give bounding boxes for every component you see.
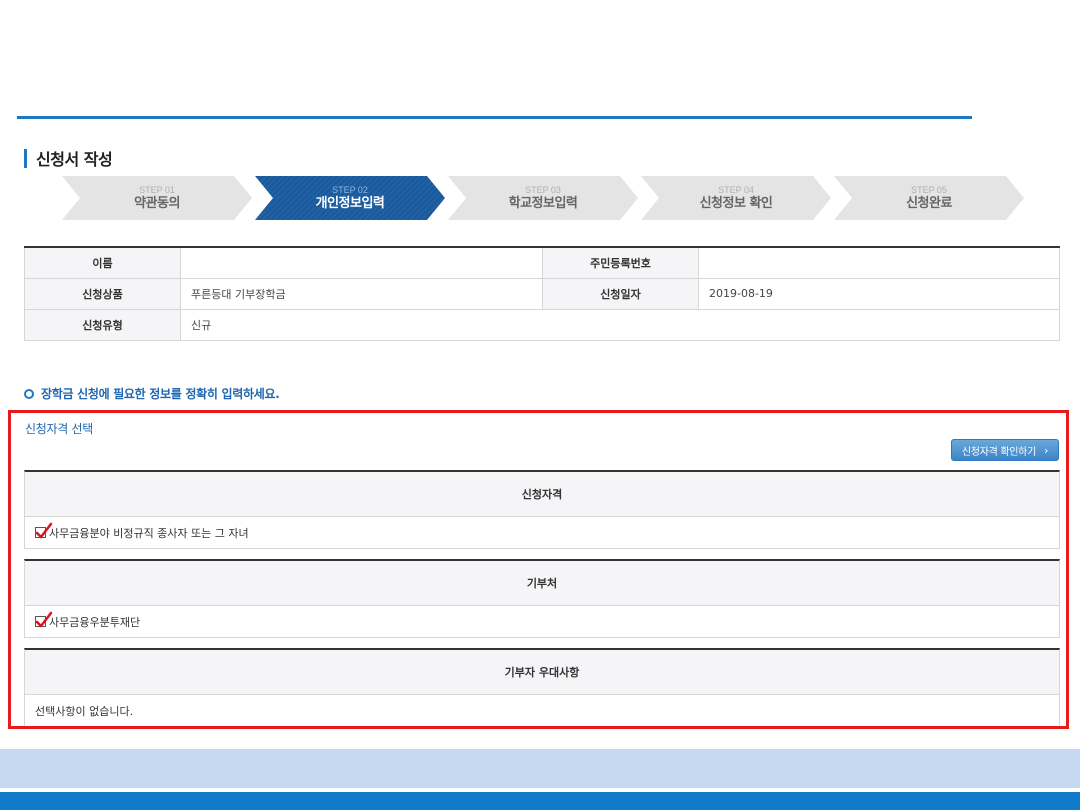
table-row: 이름 주민등록번호 (24, 247, 1060, 279)
top-divider (17, 116, 972, 119)
qualification-header: 신청자격 (25, 472, 1059, 517)
step-5: STEP 05 신청완료 (834, 176, 1024, 220)
donor-item-label: 사무금융우분투재단 (49, 615, 141, 629)
donor-panel: 기부처 사무금융우분투재단 (24, 559, 1060, 638)
qualification-panel: 신청자격 사무금융분야 비정규직 종사자 또는 그 자녀 (24, 470, 1060, 549)
qualification-section-label: 신청자격 선택 (25, 422, 93, 436)
donor-checkbox[interactable] (35, 611, 53, 628)
step-2-active: STEP 02 개인정보입력 (255, 176, 445, 220)
list-item: 사무금융분야 비정규직 종사자 또는 그 자녀 (25, 517, 1059, 548)
product-value: 푸른등대 기부장학금 (180, 278, 543, 310)
check-qualification-button[interactable]: 신청자격 확인하기 › (951, 439, 1059, 461)
step-4-number: STEP 04 (718, 185, 754, 195)
table-row: 신청상품 푸른등대 기부장학금 신청일자 2019-08-19 (24, 278, 1060, 310)
table-row: 신청유형 신규 (24, 309, 1060, 341)
check-qualification-label: 신청자격 확인하기 (961, 446, 1036, 458)
step-3: STEP 03 학교정보입력 (448, 176, 638, 220)
name-label: 이름 (24, 247, 181, 279)
footer-band-dark (0, 792, 1080, 810)
step-5-name: 신청완료 (906, 196, 952, 211)
step-2-number: STEP 02 (332, 185, 368, 195)
type-label: 신청유형 (24, 309, 181, 341)
notice: 장학금 신청에 필요한 정보를 정확히 입력하세요. (24, 385, 280, 402)
step-4-name: 신청정보 확인 (699, 196, 773, 211)
type-value: 신규 (180, 309, 1060, 341)
list-item: 사무금융우분투재단 (25, 606, 1059, 637)
ring-bullet-icon (24, 388, 34, 399)
footer-band-light (0, 749, 1080, 788)
step-progress: STEP 01 약관동의 STEP 02 개인정보입력 STEP 03 학교정보… (62, 176, 1024, 220)
name-value (180, 247, 543, 279)
chevron-right-icon: › (1043, 443, 1049, 457)
step-1-name: 약관동의 (134, 196, 180, 211)
qualification-item-label: 사무금융분야 비정규직 종사자 또는 그 자녀 (49, 526, 249, 540)
notice-text: 장학금 신청에 필요한 정보를 정확히 입력하세요. (41, 387, 280, 401)
product-label: 신청상품 (24, 278, 181, 310)
applicant-info-table: 이름 주민등록번호 신청상품 푸른등대 기부장학금 신청일자 2019-08-1… (24, 246, 1060, 341)
section-title: 신청서 작성 (24, 148, 113, 169)
section-title-bar (24, 148, 27, 168)
step-3-number: STEP 03 (525, 185, 561, 195)
donor-preference-empty: 선택사항이 없습니다. (35, 704, 134, 718)
step-1: STEP 01 약관동의 (62, 176, 252, 220)
step-1-number: STEP 01 (139, 185, 175, 195)
date-value: 2019-08-19 (698, 278, 1060, 310)
step-3-name: 학교정보입력 (508, 196, 578, 211)
rrn-value (698, 247, 1060, 279)
donor-preference-header: 기부자 우대사항 (25, 650, 1059, 695)
donor-preference-panel: 기부자 우대사항 선택사항이 없습니다. (24, 648, 1060, 726)
step-4: STEP 04 신청정보 확인 (641, 176, 831, 220)
qualification-checkbox[interactable] (35, 522, 53, 539)
donor-header: 기부처 (25, 561, 1059, 606)
rrn-label: 주민등록번호 (542, 247, 699, 279)
step-5-number: STEP 05 (911, 185, 947, 195)
step-2-name: 개인정보입력 (315, 196, 385, 211)
date-label: 신청일자 (542, 278, 699, 310)
section-title-text: 신청서 작성 (36, 150, 113, 169)
